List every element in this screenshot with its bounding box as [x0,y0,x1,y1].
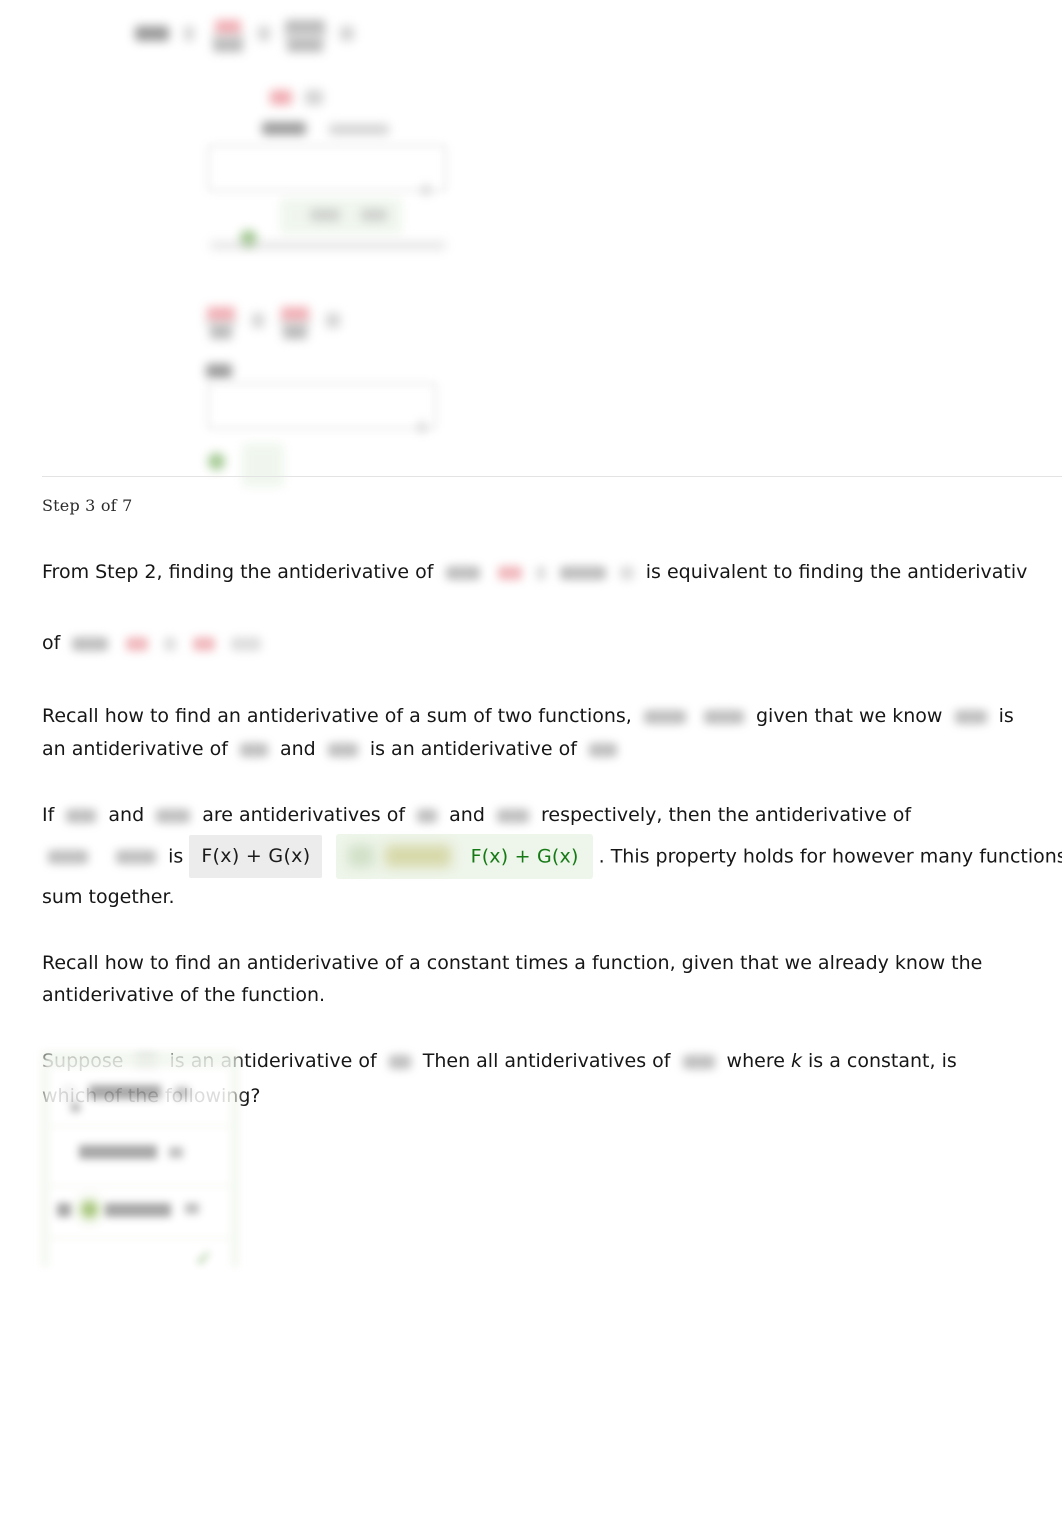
check-icon: ✓ [195,1246,213,1270]
equation-expression-2 [205,305,341,341]
card-1-subexpression [262,120,390,139]
if-part-5: respectively, then the antiderivative of [541,804,912,826]
inline-expression-terms [126,612,261,674]
card-1-feedback-expression [310,206,388,225]
recall-sum-part-3: is [998,705,1014,727]
radio-icon-3-selected[interactable] [83,1203,96,1216]
choice-suffix-2 [169,1147,183,1158]
if-part-7: . This property holds for however many f… [598,844,1062,867]
paragraph-if-property-line-3: sum together. [42,881,1062,913]
step-content: Step 3 of 7 From Step 2, finding the ant… [42,496,1062,1138]
correct-answer-text: F(x) + G(x) [470,845,579,867]
card-2-check-icon [208,453,225,470]
answer-input-1[interactable] [208,145,446,191]
inline-expression-fx-2 [643,701,686,733]
card-2-feedback-band [242,443,284,487]
previous-answer-card-2 [200,355,445,487]
recall-sum-part-6: is an antiderivative of [369,737,577,760]
variable-k: k [790,1050,802,1072]
inline-expression-capital-g [327,733,358,765]
choice-label-2 [79,1145,157,1159]
inline-expression-capital-f-2 [66,800,97,832]
previous-answer-card-1 [200,90,450,265]
paragraph-recall-sum-line-1: Recall how to find an antiderivative of … [42,700,1062,733]
from-step-2-middle: is equivalent to finding the antiderivat… [645,561,1028,583]
paragraph-of-expression: of [42,612,1062,675]
correct-answer-band: F(x) + G(x) [336,833,593,879]
step-label: Step 3 of 7 [42,496,133,515]
recall-sum-part-2: given that we know [756,705,943,727]
paragraph-if-property-line-1: If and are antiderivatives of and respec… [42,799,1062,832]
from-step-2-lead: From Step 2, finding the antiderivative … [42,561,434,583]
choice-option-3[interactable] [49,1187,231,1237]
inline-expression-fraction-sum [497,542,634,604]
recall-constant-line-1: Recall how to find an antiderivative of … [42,952,983,974]
paragraph-from-step-2: From Step 2, finding the antiderivative … [42,541,1062,604]
if-part-6: is [168,844,184,867]
if-part-3: are antiderivatives of [202,804,406,826]
if-part-8: sum together. [42,886,175,908]
inline-expression-fx-3 [239,733,268,765]
radio-icon-1[interactable] [63,1087,76,1100]
section-divider [42,476,1062,477]
inline-expression-gx-4 [496,800,529,832]
inline-expression-capital-f [954,701,987,733]
choice-feedback-row: ✓ [49,1239,231,1279]
if-part-2: and [108,804,145,826]
inline-expression-gx [72,612,109,674]
card-1-input-suffix [422,180,430,199]
recall-sum-part-5: and [279,737,316,760]
choice-suffix-3 [185,1203,199,1214]
inline-expression-gx-3 [588,733,617,765]
paragraph-recall-constant: Recall how to find an antiderivative of … [42,947,1048,1011]
blurred-icon-large [384,845,451,867]
answer-input-2[interactable] [208,383,436,429]
previous-steps-region [0,0,1062,487]
inline-expression-gx-2 [703,701,744,733]
of-label: of [42,631,61,654]
inline-expression-fx-plus-gx [48,840,157,872]
if-part-4: and [449,804,485,826]
recall-constant-line-2: antiderivative of the function. [42,984,326,1006]
suppose-part-4: where [726,1050,785,1072]
recall-sum-part-1: Recall how to find an antiderivative of … [42,705,632,727]
choice-label-3 [105,1203,171,1217]
typed-answer-field[interactable]: F(x) + G(x) [189,834,323,878]
if-part-1: If [42,804,55,826]
choice-label-1 [89,1085,161,1099]
choice-prefix-3 [57,1203,71,1217]
card-2-input-suffix [418,417,426,436]
inline-expression-capital-g-2 [156,800,191,832]
choice-suffix-1 [175,1087,189,1098]
inline-expression-fx-5 [388,1046,411,1078]
card-1-footer [210,235,446,254]
inline-expression-k-fx [682,1046,715,1078]
card-1-expression [270,90,324,109]
suppose-part-3: Then all antiderivatives of [422,1050,671,1072]
blurred-icon-small [348,845,375,867]
equation-expression [135,18,355,54]
inline-expression-fx-4 [417,800,438,832]
paragraph-recall-sum-line-2: an antiderivative of and is an antideriv… [42,733,1062,766]
multiple-choice-panel[interactable]: ✓ [42,1052,238,1279]
choice-option-2[interactable] [49,1127,231,1185]
suppose-part-5: is a constant, is [808,1050,957,1072]
card-2-label [206,363,232,382]
recall-sum-part-4: an antiderivative of [42,737,228,760]
inline-expression-fx [445,542,480,604]
choice-option-1[interactable] [49,1067,231,1125]
paragraph-if-property-line-2: is F(x) + G(x) F(x) + G(x) . This proper… [42,833,1062,879]
choice-subscript-1 [71,1103,80,1112]
